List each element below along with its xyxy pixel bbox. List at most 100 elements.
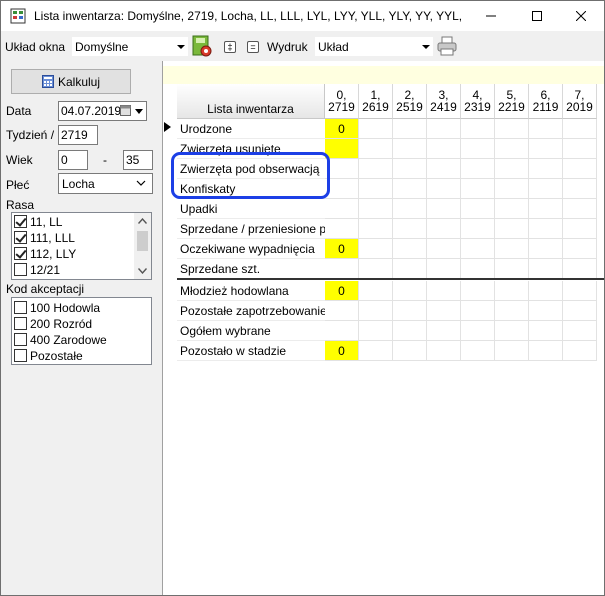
grid-cell[interactable]	[495, 199, 529, 219]
grid-cell[interactable]	[563, 301, 597, 321]
grid-cell[interactable]	[495, 159, 529, 179]
grid-cell[interactable]	[461, 239, 495, 259]
column-header[interactable]: 5, 2219	[495, 84, 529, 119]
column-header[interactable]: 7, 2019	[563, 84, 597, 119]
minimize-button[interactable]	[468, 1, 514, 31]
grid-cell[interactable]: 0	[325, 341, 359, 361]
checkbox[interactable]	[14, 215, 27, 228]
grid-cell[interactable]	[529, 139, 563, 159]
layout-combo[interactable]: Domyślne	[71, 36, 189, 57]
grid-cell[interactable]	[495, 239, 529, 259]
grid-cell[interactable]	[393, 281, 427, 301]
column-header[interactable]: 3, 2419	[427, 84, 461, 119]
grid-cell[interactable]	[495, 341, 529, 361]
grid-cell[interactable]	[495, 259, 529, 279]
checkbox[interactable]	[14, 301, 27, 314]
grid-cell[interactable]	[495, 321, 529, 341]
expand-button[interactable]: ‡	[224, 41, 236, 53]
grid-cell[interactable]	[359, 259, 393, 279]
grid-cell[interactable]	[393, 159, 427, 179]
grid-cell[interactable]	[325, 179, 359, 199]
column-header[interactable]: 6, 2119	[529, 84, 563, 119]
grid-cell[interactable]	[563, 281, 597, 301]
grid-cell[interactable]	[563, 321, 597, 341]
chevron-down-icon[interactable]	[135, 109, 143, 114]
accept-code-item[interactable]: 400 Zarodowe	[14, 331, 107, 348]
grid-cell[interactable]	[461, 179, 495, 199]
grid-cell[interactable]	[427, 219, 461, 239]
column-header[interactable]: 0, 2719	[325, 84, 359, 119]
grid-cell[interactable]	[563, 119, 597, 139]
maximize-button[interactable]	[514, 1, 560, 31]
sex-select[interactable]: Locha	[58, 173, 153, 194]
grid-cell[interactable]	[359, 239, 393, 259]
grid-cell[interactable]	[461, 219, 495, 239]
scroll-up-icon[interactable]	[138, 218, 147, 224]
week-field[interactable]: 2719	[58, 125, 98, 145]
breed-item[interactable]: 112, LLY	[14, 245, 76, 262]
grid-cell[interactable]	[359, 199, 393, 219]
calendar-icon[interactable]	[120, 105, 131, 116]
grid-cell[interactable]	[529, 179, 563, 199]
grid-cell[interactable]	[393, 341, 427, 361]
settings-save-icon[interactable]	[192, 35, 212, 57]
grid-cell[interactable]	[427, 159, 461, 179]
grid-cell[interactable]	[393, 259, 427, 279]
row-label[interactable]: Pozostało w stadzie	[177, 341, 325, 361]
collapse-button[interactable]: =	[247, 41, 259, 53]
row-label[interactable]: Upadki	[177, 199, 325, 219]
grid-cell[interactable]	[427, 321, 461, 341]
grid-cell[interactable]	[563, 219, 597, 239]
grid-cell[interactable]	[325, 321, 359, 341]
grid-cell[interactable]	[393, 119, 427, 139]
grid-cell[interactable]	[461, 119, 495, 139]
grid-cell[interactable]	[393, 139, 427, 159]
checkbox[interactable]	[14, 231, 27, 244]
grid-cell[interactable]	[427, 239, 461, 259]
grid-cell[interactable]	[325, 139, 359, 159]
row-label[interactable]: Oczekiwane wypadnięcia	[177, 239, 325, 259]
grid-cell[interactable]	[427, 301, 461, 321]
breed-item[interactable]: 12/21	[14, 261, 60, 278]
accept-code-item[interactable]: 100 Hodowla	[14, 299, 100, 316]
grid-cell[interactable]	[461, 321, 495, 341]
grid-cell[interactable]	[461, 199, 495, 219]
breed-list-scrollbar[interactable]	[134, 213, 151, 279]
grid-cell[interactable]	[393, 321, 427, 341]
grid-cell[interactable]	[325, 301, 359, 321]
calculate-button[interactable]: Kalkuluj	[11, 69, 131, 94]
grid-cell[interactable]	[529, 159, 563, 179]
grid-cell[interactable]	[495, 139, 529, 159]
grid-cell[interactable]	[563, 239, 597, 259]
grid-cell[interactable]	[359, 139, 393, 159]
date-field[interactable]: 04.07.2019	[58, 101, 147, 121]
grid-cell[interactable]	[563, 139, 597, 159]
row-label[interactable]: Pozostałe zapotrzebowanie	[177, 301, 325, 321]
grid-cell[interactable]	[359, 281, 393, 301]
checkbox[interactable]	[14, 317, 27, 330]
grid-cell[interactable]	[393, 219, 427, 239]
grid-cell[interactable]	[393, 179, 427, 199]
age-to-field[interactable]: 35	[123, 150, 153, 170]
grid-cell[interactable]: 0	[325, 281, 359, 301]
column-header[interactable]: 1, 2619	[359, 84, 393, 119]
grid-cell[interactable]	[393, 199, 427, 219]
grid-cell[interactable]	[427, 281, 461, 301]
row-label[interactable]: Sprzedane / przeniesione proc	[177, 219, 325, 239]
grid-cell[interactable]	[461, 159, 495, 179]
grid-cell[interactable]	[427, 139, 461, 159]
grid-cell[interactable]	[529, 301, 563, 321]
checkbox[interactable]	[14, 333, 27, 346]
grid-cell[interactable]	[427, 119, 461, 139]
grid-cell[interactable]	[461, 301, 495, 321]
column-header[interactable]: 2, 2519	[393, 84, 427, 119]
row-label[interactable]: Urodzone	[177, 119, 325, 139]
grid-cell[interactable]	[461, 341, 495, 361]
grid-cell[interactable]	[427, 199, 461, 219]
grid-cell[interactable]	[325, 259, 359, 279]
grid-cell[interactable]	[359, 159, 393, 179]
grid-cell[interactable]	[359, 179, 393, 199]
breed-item[interactable]: 111, LLL	[14, 229, 75, 246]
accept-code-item[interactable]: 200 Rozród	[14, 315, 92, 332]
grid-cell[interactable]	[529, 219, 563, 239]
